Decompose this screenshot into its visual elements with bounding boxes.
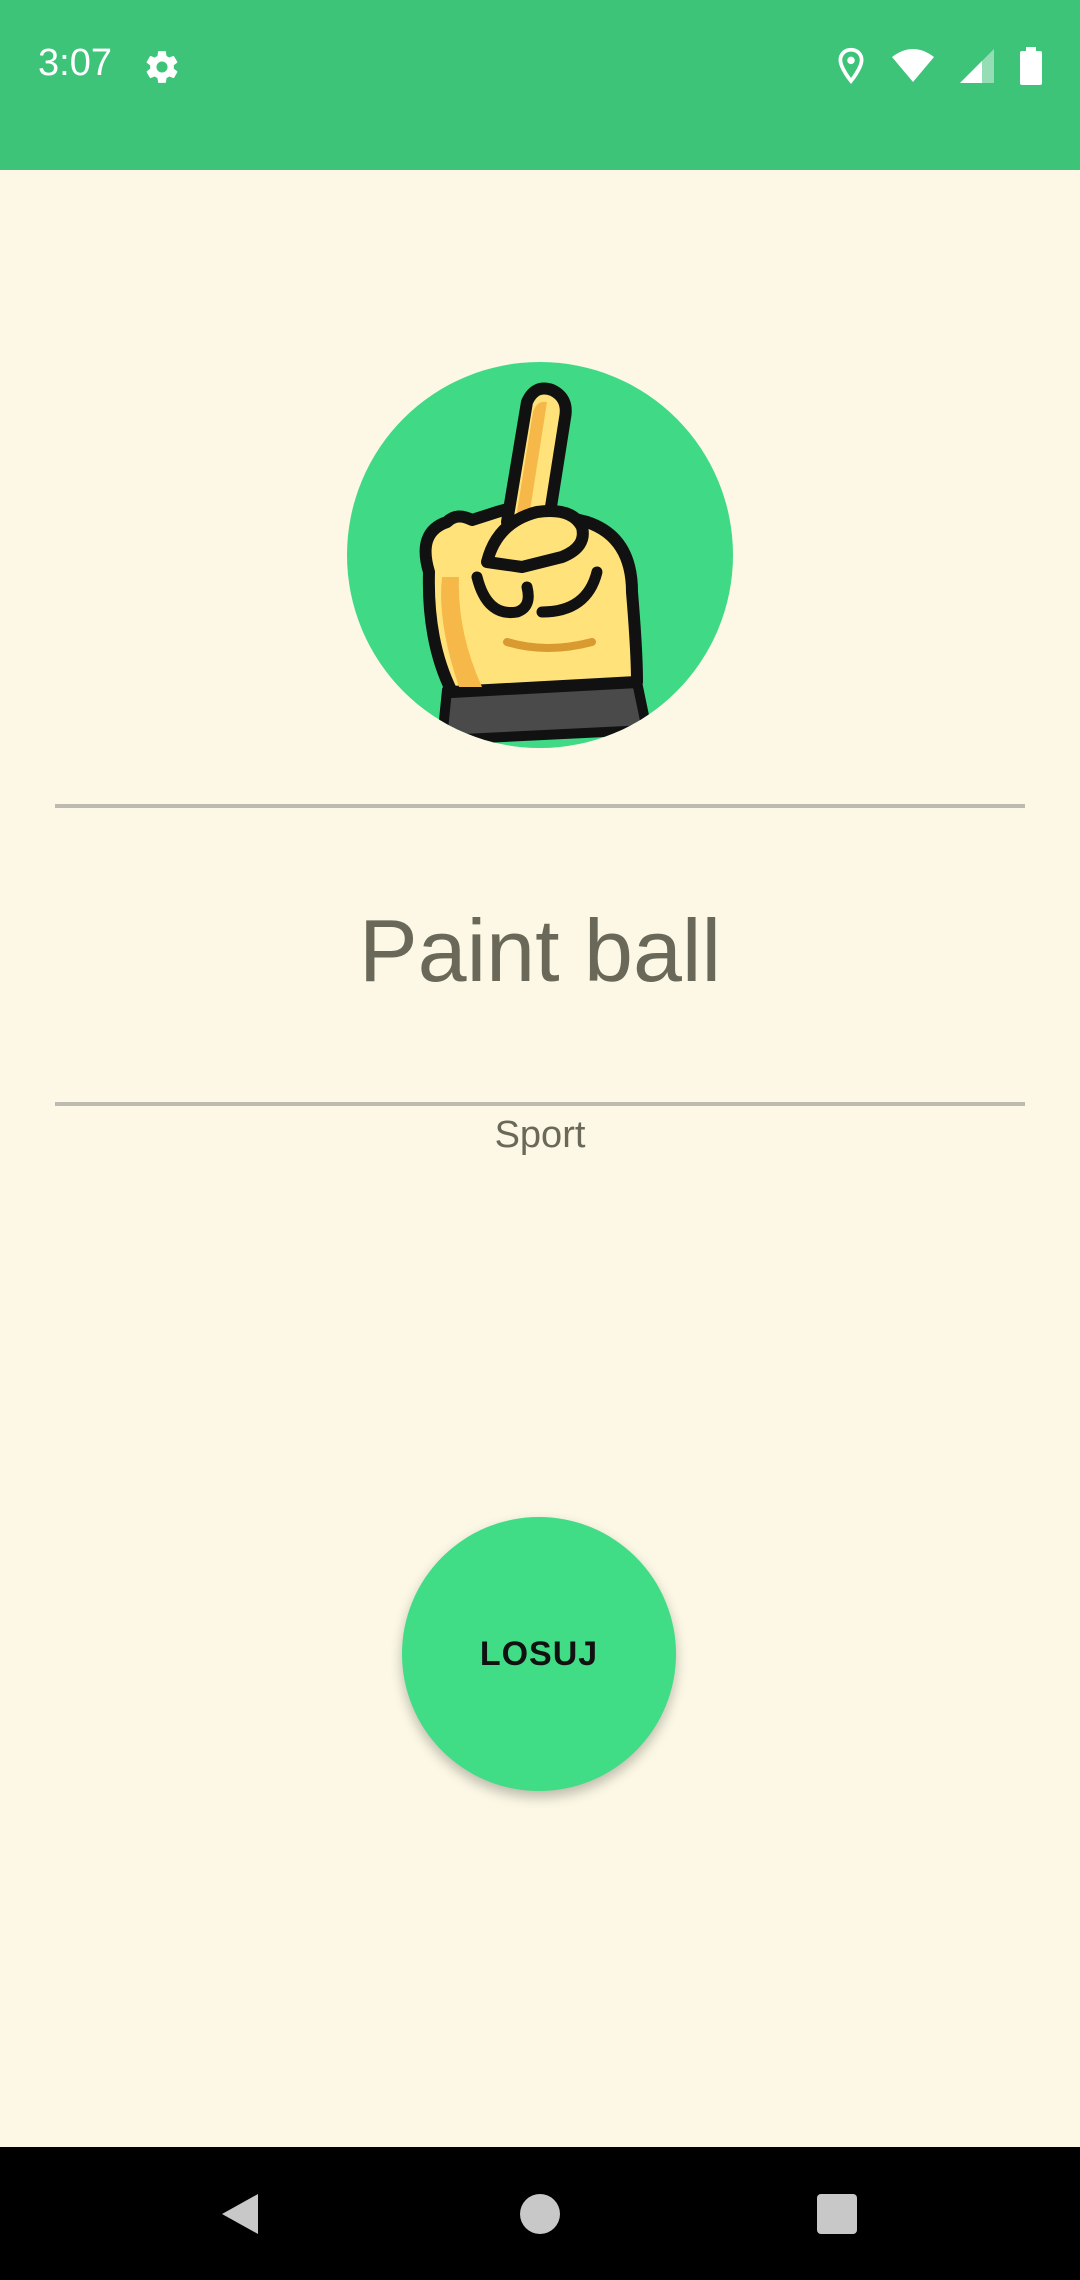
wifi-icon (892, 49, 934, 83)
status-time: 3:07 (38, 42, 112, 84)
home-button[interactable] (480, 2147, 600, 2280)
back-icon (222, 2193, 258, 2234)
hero-image (347, 362, 733, 748)
result-category: Sport (494, 1114, 586, 1156)
battery-icon (1020, 47, 1042, 85)
back-button[interactable] (180, 2147, 300, 2280)
status-bar: 3:07 (0, 0, 1080, 170)
settings-icon (143, 48, 181, 86)
bottom-divider (55, 1102, 1025, 1106)
draw-button[interactable]: LOSUJ (402, 1517, 676, 1791)
signal-icon (960, 49, 994, 83)
top-divider (55, 804, 1025, 808)
recents-button[interactable] (777, 2147, 897, 2280)
recents-icon (817, 2193, 857, 2234)
result-title: Paint ball (358, 901, 721, 1000)
hand-fingers-crossed-icon (419, 382, 652, 745)
navigation-bar (0, 2147, 1080, 2280)
location-icon (836, 47, 866, 85)
home-icon (520, 2193, 560, 2234)
